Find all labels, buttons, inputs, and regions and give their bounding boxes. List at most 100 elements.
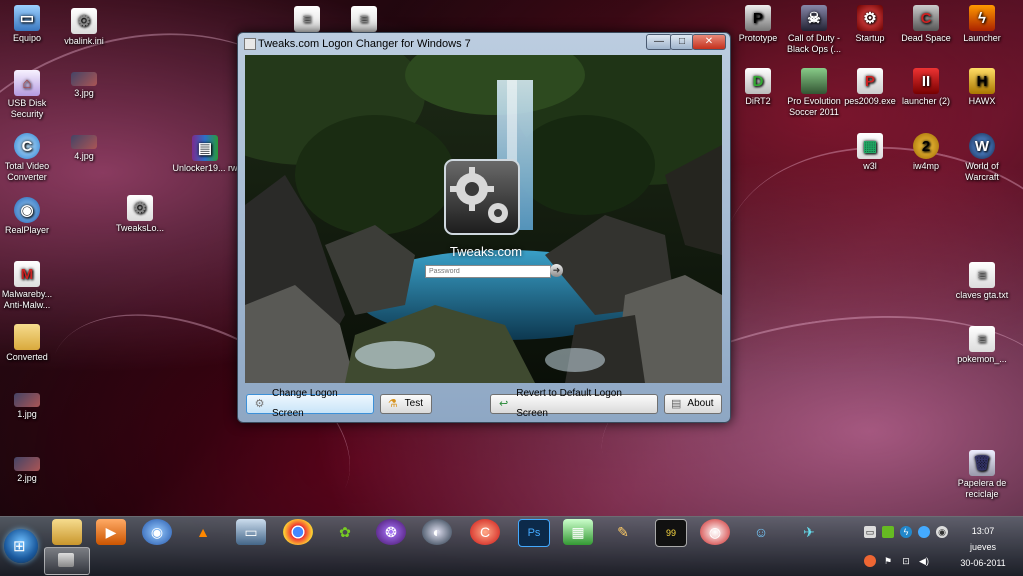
desktop-icon-w3l[interactable]: ▦ w3l: [838, 133, 902, 172]
desktop-icon-recycle-bin[interactable]: 🗑 Papelera de reciclaje: [950, 450, 1014, 500]
taskbar-shuttle-icon[interactable]: ✈: [794, 519, 824, 545]
image-file-icon: [14, 457, 40, 471]
tray-update-icon[interactable]: [864, 555, 876, 567]
clock-day: jueves: [969, 542, 996, 552]
desktop-icon-tweakslo[interactable]: ⚙ TweaksLo...: [108, 195, 172, 234]
desktop-icon-label: Pro Evolution Soccer 2011: [787, 96, 841, 117]
desktop-icon-launcher-2[interactable]: II launcher (2): [894, 68, 958, 107]
clock[interactable]: 13:07 jueves 30-06-2011: [950, 523, 1016, 571]
tray-flag-icon[interactable]: ⚑: [882, 555, 894, 567]
taskbar-antivirus-icon[interactable]: ◍: [700, 519, 730, 545]
image-file-icon: [71, 135, 97, 149]
taskbar-messenger-icon[interactable]: ✿: [330, 519, 360, 545]
taskbar-excel-icon[interactable]: ▦: [563, 519, 593, 545]
desktop-icon-claves-gta[interactable]: ≡ claves gta.txt: [950, 262, 1014, 301]
taskbar-media-player-icon[interactable]: ▶: [96, 519, 126, 545]
desktop-icon-pokemon[interactable]: ≡ pokemon_...: [950, 326, 1014, 365]
settings-file-icon: ⚙: [71, 8, 97, 34]
maximize-button[interactable]: □: [670, 34, 694, 50]
launcher-red-icon: II: [913, 68, 939, 94]
desktop-icon-label: World of Warcraft: [965, 161, 999, 182]
desktop-icon-pes2009[interactable]: P pes2009.exe: [838, 68, 902, 107]
recycle-bin-icon: 🗑: [969, 450, 995, 476]
desktop-icon-converted[interactable]: Converted: [0, 324, 59, 363]
taskbar-photoshop-icon[interactable]: Ps: [518, 519, 550, 547]
password-field[interactable]: [425, 265, 551, 278]
desktop-icon-unlocker[interactable]: ▤ Unlocker19... rw: [170, 135, 240, 174]
desktop-icon-pro-evolution[interactable]: Pro Evolution Soccer 2011: [782, 68, 846, 118]
desktop-icon-launcher[interactable]: ϟ Launcher: [950, 5, 1014, 44]
info-icon: ▤: [671, 398, 682, 410]
tray-keyboard-icon[interactable]: ▭: [864, 526, 876, 538]
taskbar-network-icon[interactable]: ▭: [236, 519, 266, 545]
clock-date: 30-06-2011: [960, 558, 1006, 568]
taskbar-chrome-icon[interactable]: [283, 519, 313, 545]
desktop-icon-prototype[interactable]: P Prototype: [726, 5, 790, 44]
desktop-icon-label: DiRT2: [745, 96, 771, 106]
logon-changer-window[interactable]: Tweaks.com Logon Changer for Windows 7 —…: [237, 32, 731, 423]
taskbar-item-tweaks-logon-changer[interactable]: [44, 547, 90, 575]
computer-icon: ▭: [14, 5, 40, 31]
taskbar-vlc-icon[interactable]: ▲: [188, 519, 218, 545]
tray-power-icon[interactable]: ϟ: [900, 526, 912, 538]
desktop-icon-equipo[interactable]: ▭ Equipo: [0, 5, 59, 44]
desktop-text-file-2[interactable]: ≡: [332, 6, 396, 34]
taskbar-people-icon[interactable]: ☺: [746, 519, 776, 545]
change-logon-screen-button[interactable]: ⚙ Change Logon Screen: [246, 388, 374, 419]
dirt2-icon: D: [745, 68, 771, 94]
tweaks-gear-badge: [444, 159, 520, 235]
desktop-icon-1-jpg[interactable]: 1.jpg: [0, 393, 59, 420]
taskbar-realplayer-icon[interactable]: ◉: [142, 519, 172, 545]
desktop-text-file-1[interactable]: ≡: [275, 6, 339, 34]
tweaks-app-icon: [58, 553, 74, 567]
desktop-icon-call-of-duty[interactable]: ☠ Call of Duty - Black Ops (...: [782, 5, 846, 55]
window-titlebar[interactable]: Tweaks.com Logon Changer for Windows 7 —…: [238, 33, 730, 55]
tray-globe-icon[interactable]: [918, 526, 930, 538]
desktop-icon-label: vbalink.ini: [64, 36, 104, 46]
tray-network-icon[interactable]: ⊡: [900, 555, 912, 567]
submit-arrow-button[interactable]: ➜: [550, 264, 563, 277]
desktop-icon-label: pokemon_...: [957, 354, 1007, 364]
app-icon: [244, 38, 256, 50]
desktop-icon-4-jpg[interactable]: 4.jpg: [52, 135, 116, 162]
text-file-icon: ≡: [351, 6, 377, 32]
taskbar-paint-icon[interactable]: ✎: [608, 519, 638, 545]
w3l-icon: ▦: [857, 133, 883, 159]
desktop-icon-vbalink[interactable]: ⚙ vbalink.ini: [52, 8, 116, 47]
revert-default-button[interactable]: ↩ Revert to Default Logon Screen: [490, 388, 658, 419]
desktop-icon-malwarebytes[interactable]: M Malwareby... Anti-Malw...: [0, 261, 59, 311]
tray-security-icon[interactable]: ◉: [936, 526, 948, 538]
start-button[interactable]: ⊞: [4, 529, 38, 563]
desktop-icon-total-video-converter[interactable]: C Total Video Converter: [0, 133, 59, 183]
desktop-icon-label: Unlocker19... rw: [172, 163, 238, 173]
desktop-icon-iw4mp[interactable]: 2 iw4mp: [894, 133, 958, 172]
desktop-icon-3-jpg[interactable]: 3.jpg: [52, 72, 116, 99]
desktop-icon-startup[interactable]: ⚙ Startup: [838, 5, 902, 44]
taskbar-explorer-icon[interactable]: [52, 519, 82, 545]
taskbar-torrent-icon[interactable]: ❂: [376, 519, 406, 545]
desktop-icon-hawx[interactable]: H HAWX: [950, 68, 1014, 107]
clock-time: 13:07: [971, 526, 995, 536]
desktop-icon-label: Call of Duty - Black Ops (...: [786, 33, 841, 54]
close-button[interactable]: ✕: [692, 34, 726, 50]
desktop-icon-label: w3l: [863, 161, 877, 171]
taskbar-nero-icon[interactable]: C: [470, 519, 500, 545]
desktop-icon-label: Papelera de reciclaje: [957, 478, 1007, 499]
desktop-icon-label: USB Disk Security: [7, 98, 47, 119]
taskbar-monitor-icon[interactable]: 99: [655, 519, 687, 547]
pes2009-icon: P: [857, 68, 883, 94]
desktop-icon-dirt2[interactable]: D DiRT2: [726, 68, 790, 107]
desktop-icon-2-jpg[interactable]: 2.jpg: [0, 457, 59, 484]
tray-volume-icon[interactable]: ◀): [918, 555, 930, 567]
desktop-icon-label: 4.jpg: [74, 151, 94, 161]
taskbar-steam-icon[interactable]: ◐: [422, 519, 452, 545]
desktop-icon-realplayer[interactable]: ◉ RealPlayer: [0, 197, 59, 236]
test-button[interactable]: ⚗ Test: [380, 394, 432, 414]
desktop-icon-usb-disk-security[interactable]: ⌂ USB Disk Security: [0, 70, 59, 120]
logon-preview-image: Tweaks.com ➜: [245, 55, 722, 383]
desktop-icon-world-of-warcraft[interactable]: W World of Warcraft: [950, 133, 1014, 183]
tray-nvidia-icon[interactable]: [882, 526, 894, 538]
about-button[interactable]: ▤ About: [664, 394, 722, 414]
desktop-icon-dead-space[interactable]: C Dead Space: [894, 5, 958, 44]
minimize-button[interactable]: —: [646, 34, 672, 50]
